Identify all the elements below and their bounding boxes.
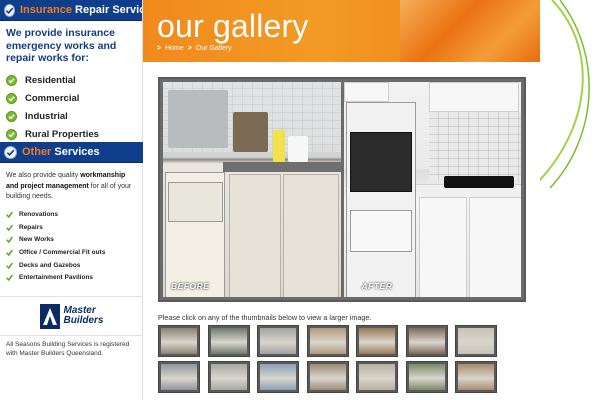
- gallery-thumbnail[interactable]: [455, 325, 497, 357]
- green-check-icon: [6, 129, 17, 140]
- green-check-icon: [6, 93, 17, 104]
- insurance-service-label: Residential: [25, 75, 76, 86]
- other-services-section: Other Services We also provide quality w…: [0, 142, 143, 284]
- insurance-services-title: Insurance Repair Services: [20, 4, 158, 16]
- thumbnail-image: [408, 364, 445, 390]
- other-services-description: We also provide quality workmanship and …: [6, 172, 132, 200]
- gallery-thumbnail[interactable]: [356, 361, 398, 393]
- gallery-thumbnail[interactable]: [257, 325, 299, 357]
- green-tick-icon: [6, 262, 13, 269]
- other-service-label: Decks and Gazebos: [19, 261, 81, 269]
- before-label: BEFORE: [171, 281, 210, 291]
- gallery-thumbnail[interactable]: [455, 361, 497, 393]
- thumbnail-image: [309, 364, 346, 390]
- green-tick-icon: [6, 224, 13, 231]
- gallery-thumbnail[interactable]: [257, 361, 299, 393]
- other-services-header: Other Services: [0, 142, 143, 163]
- gallery-thumbnail[interactable]: [356, 325, 398, 357]
- breadcrumb: > Home > Our Gallery: [157, 45, 232, 52]
- thumbnail-image: [260, 364, 296, 390]
- green-check-icon: [6, 75, 17, 86]
- other-service-label: Entertainment Pavilions: [19, 274, 94, 282]
- gallery-thumbnail[interactable]: [207, 361, 250, 393]
- breadcrumb-home-link[interactable]: Home: [165, 45, 184, 52]
- thumbnail-image: [161, 328, 197, 354]
- other-service-label: Office / Commercial Fit outs: [19, 249, 106, 257]
- insurance-service-label: Commercial: [25, 93, 80, 104]
- thumbnail-image: [260, 328, 296, 354]
- gallery-thumbnail[interactable]: [306, 361, 349, 393]
- gallery-thumbnail[interactable]: [158, 325, 200, 357]
- thumbnail-image: [359, 328, 395, 354]
- green-check-icon: [6, 111, 17, 122]
- after-label: AFTER: [361, 281, 393, 291]
- breadcrumb-current: Our Gallery: [195, 45, 232, 52]
- insurance-intro-text: We provide insurance emergency works and…: [6, 27, 117, 64]
- insurance-service-label: Industrial: [25, 111, 68, 122]
- before-after-viewer[interactable]: BEFORE AFTER: [158, 77, 526, 302]
- thumbnail-image: [458, 364, 494, 390]
- other-service-label: New Works: [19, 236, 54, 244]
- gallery-thumbnail[interactable]: [158, 361, 200, 393]
- gallery-instructions: Please click on any of the thumbnails be…: [158, 313, 372, 322]
- insurance-service-item: Commercial: [6, 90, 138, 108]
- thumbnail-image: [309, 328, 346, 354]
- insurance-services-header: Insurance Repair Services: [0, 0, 158, 21]
- other-service-label: Repairs: [19, 223, 43, 231]
- other-service-item: New Works: [6, 234, 139, 247]
- thumbnail-grid: [158, 325, 530, 393]
- thumbnail-image: [458, 328, 494, 354]
- page-title: our gallery: [157, 8, 309, 44]
- gallery-thumbnail[interactable]: [207, 325, 250, 357]
- thumbnail-image: [210, 364, 247, 390]
- thumbnail-image: [359, 364, 395, 390]
- insurance-service-item: Industrial: [6, 108, 138, 126]
- other-service-item: Renovations: [6, 209, 139, 222]
- thumbnail-image: [161, 364, 197, 390]
- sidebar: Insurance Repair Services We provide ins…: [0, 0, 158, 400]
- insurance-services-list: Residential Commercial Industrial Rural Pro…: [6, 72, 138, 144]
- other-service-item: Decks and Gazebos: [6, 259, 139, 272]
- thumbnail-image: [210, 328, 247, 354]
- master-builders-logo[interactable]: Master Builders: [0, 296, 143, 336]
- green-tick-icon: [6, 237, 13, 244]
- green-tick-icon: [6, 249, 13, 257]
- insurance-service-item: Residential: [6, 72, 138, 90]
- thumbnail-image: [408, 328, 445, 354]
- green-tick-icon: [6, 274, 13, 282]
- gallery-thumbnail[interactable]: [306, 325, 349, 357]
- checkmark-icon: [4, 145, 17, 159]
- other-services-title: Other Services: [22, 146, 100, 158]
- green-tick-icon: [6, 211, 13, 219]
- master-builders-note: All Seasons Building Services is registe…: [6, 341, 130, 357]
- other-service-item: Entertainment Pavilions: [6, 271, 139, 284]
- checkmark-icon: [4, 3, 15, 17]
- other-service-item: Repairs: [6, 221, 139, 234]
- insurance-service-item: Rural Properties: [6, 126, 138, 144]
- other-service-label: Renovations: [19, 211, 59, 219]
- other-services-list: Renovations Repairs New Works Office / Comm…: [0, 203, 143, 285]
- master-builders-shield-icon: [40, 303, 61, 329]
- gallery-thumbnail[interactable]: [405, 361, 448, 393]
- gallery-thumbnail[interactable]: [405, 325, 448, 357]
- before-photo: BEFORE: [163, 82, 341, 297]
- insurance-service-label: Rural Properties: [25, 129, 99, 140]
- gallery-content: BEFORE AFTER Please click on any of the …: [143, 62, 540, 400]
- other-service-item: Office / Commercial Fit outs: [6, 246, 139, 259]
- after-photo: AFTER: [343, 82, 521, 297]
- master-builders-line2: Builders: [63, 315, 104, 326]
